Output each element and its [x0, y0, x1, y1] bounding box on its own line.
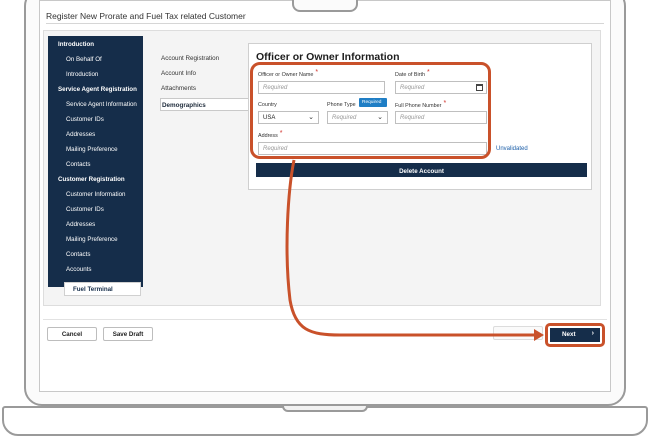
nav-item-introduction[interactable]: Introduction [66, 71, 142, 83]
save-draft-button[interactable]: Save Draft [103, 327, 153, 341]
nav-item-customer-ids[interactable]: Customer IDs [66, 116, 142, 128]
page-title: Register New Prorate and Fuel Tax relate… [46, 11, 246, 21]
nav-item-fuel-terminal[interactable]: Fuel Terminal [64, 282, 141, 296]
nav-item-contacts[interactable]: Contacts [66, 251, 142, 263]
next-label: Next [562, 331, 576, 338]
nav-item-mailing-preference[interactable]: Mailing Preference [66, 236, 142, 248]
nav-item-accounts[interactable]: Accounts [66, 266, 142, 278]
footer-divider [43, 319, 607, 320]
delete-account-button[interactable]: Delete Account [256, 163, 587, 177]
nav-item-addresses[interactable]: Addresses [66, 131, 142, 143]
title-divider [46, 23, 604, 24]
nav-item-contacts[interactable]: Contacts [66, 161, 142, 173]
nav-item-service-agent-registration[interactable]: Service Agent Registration [58, 86, 142, 98]
tab-demographics[interactable]: Demographics [160, 98, 248, 111]
next-highlight: Next › [545, 323, 605, 347]
tab-account-info[interactable]: Account Info [161, 70, 196, 82]
wizard-nav: Introduction On Behalf Of Introduction Serv… [48, 36, 143, 287]
tab-account-registration[interactable]: Account Registration [161, 55, 219, 67]
nav-item-service-agent-information[interactable]: Service Agent Information [66, 101, 142, 113]
nav-item-addresses[interactable]: Addresses [66, 221, 142, 233]
chevron-right-icon: › [591, 330, 594, 337]
cancel-button[interactable]: Cancel [47, 327, 97, 341]
next-button[interactable]: Next › [550, 328, 600, 342]
fields-highlight [250, 62, 491, 159]
laptop-camera-notch [292, 0, 358, 12]
nav-item-mailing-preference[interactable]: Mailing Preference [66, 146, 142, 158]
nav-item-customer-registration[interactable]: Customer Registration [58, 176, 142, 188]
nav-item-customer-information[interactable]: Customer Information [66, 191, 142, 203]
tab-attachments[interactable]: Attachments [161, 85, 196, 97]
nav-item-introduction[interactable]: Introduction [58, 41, 142, 53]
disabled-button [493, 326, 543, 340]
nav-item-on-behalf-of[interactable]: On Behalf Of [66, 56, 142, 68]
address-status: Unvalidated [496, 146, 528, 152]
laptop-base-notch [282, 406, 368, 412]
nav-item-customer-ids[interactable]: Customer IDs [66, 206, 142, 218]
